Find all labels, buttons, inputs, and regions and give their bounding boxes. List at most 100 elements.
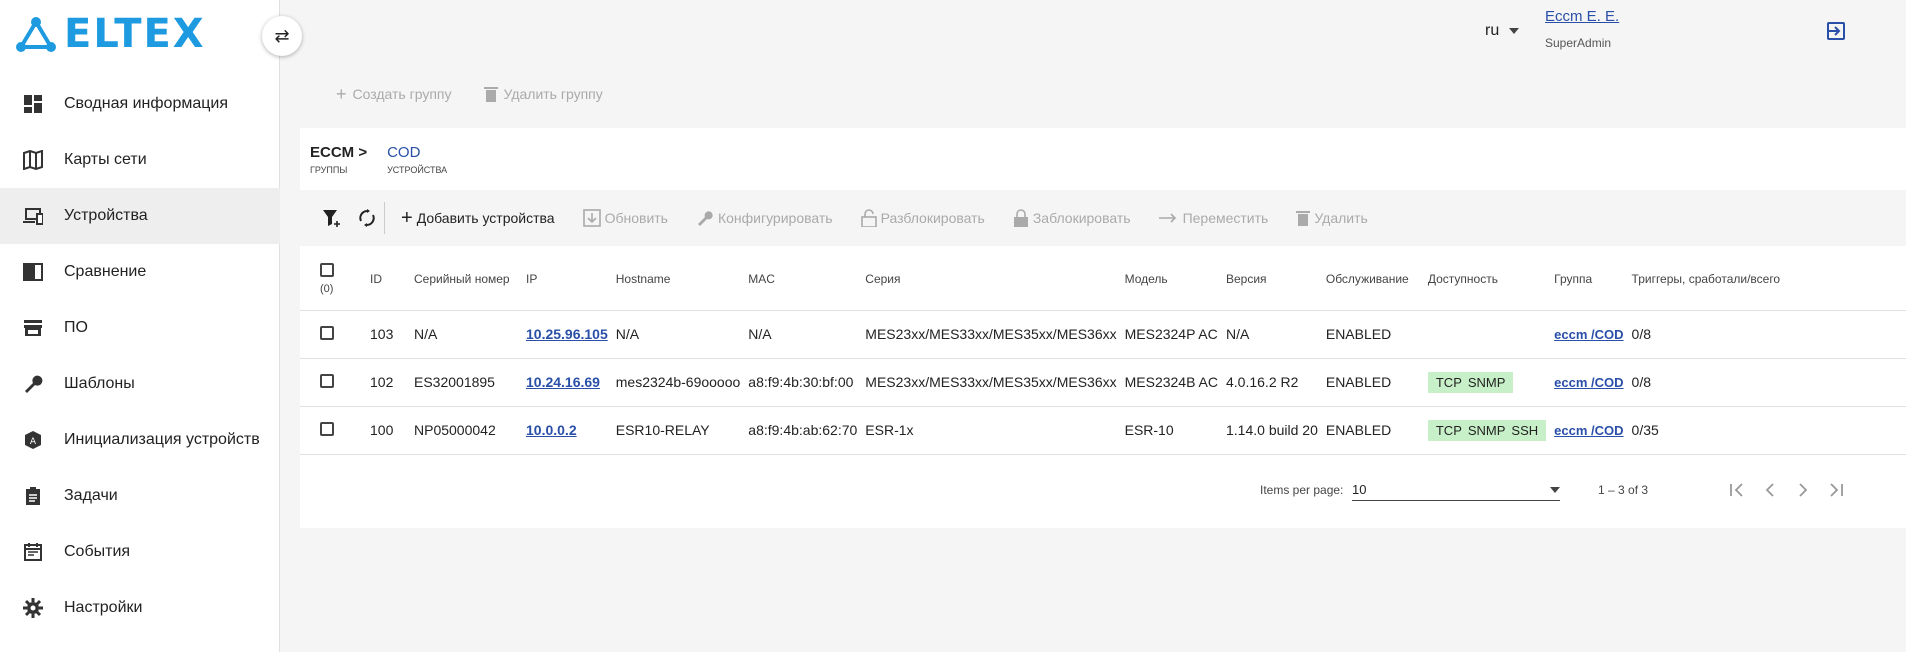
- delete-group-button[interactable]: Удалить группу: [483, 86, 603, 102]
- unlock-button[interactable]: Разблокировать: [860, 209, 985, 227]
- svg-text:A: A: [30, 437, 37, 447]
- create-group-button[interactable]: + Создать группу: [336, 84, 452, 105]
- table-row[interactable]: 102 ES32001895 10.24.16.69 mes2324b-69oo…: [300, 358, 1906, 407]
- header-hostname[interactable]: Hostname: [611, 248, 745, 311]
- cell-version: N/A: [1222, 310, 1322, 359]
- paginator: Items per page: 10 1 – 3 of 3: [300, 466, 1906, 514]
- sidebar-item-map[interactable]: Карты сети: [0, 132, 280, 188]
- sidebar-item-compare[interactable]: Сравнение: [0, 244, 280, 300]
- gear-icon: [22, 597, 44, 619]
- cell-triggers: 0/35: [1627, 406, 1906, 455]
- sidebar-item-devices[interactable]: Устройства: [0, 188, 280, 244]
- compare-icon: [22, 261, 44, 283]
- header-model[interactable]: Модель: [1120, 248, 1222, 311]
- wrench-icon: [22, 373, 44, 395]
- create-group-label: Создать группу: [352, 86, 452, 102]
- last-page-icon: [1830, 483, 1843, 497]
- group-link[interactable]: eccm /COD: [1554, 327, 1623, 342]
- logout-icon: [1827, 22, 1845, 40]
- language-select[interactable]: ru: [1485, 22, 1520, 40]
- sidebar-item-store[interactable]: ПО: [0, 300, 280, 356]
- plus-icon: +: [336, 83, 347, 104]
- sidebar-item-dashboard[interactable]: Сводная информация: [0, 76, 280, 132]
- sidebar-item-clipboard[interactable]: Задачи: [0, 468, 280, 524]
- header: ru Eccm E. E. SuperAdmin: [300, 0, 1906, 70]
- sidebar-toggle-button[interactable]: ⇄: [262, 16, 302, 56]
- row-select: [300, 406, 366, 455]
- trash-icon: [1296, 211, 1311, 226]
- sidebar-item-label: Шаблоны: [64, 375, 135, 392]
- sidebar-item-calendar[interactable]: События: [0, 524, 280, 580]
- header-ip[interactable]: IP: [522, 248, 612, 311]
- select-all-checkbox[interactable]: [320, 262, 334, 277]
- sidebar-item-wrench[interactable]: Шаблоны: [0, 356, 280, 412]
- sidebar-item-gear[interactable]: Настройки: [0, 580, 280, 636]
- ip-link[interactable]: 10.25.96.105: [526, 326, 608, 342]
- cell-ip: 10.24.16.69: [522, 358, 612, 407]
- header-serial[interactable]: Серийный номер: [410, 248, 522, 311]
- sidebar-item-label: Сводная информация: [64, 95, 228, 112]
- user-name-link[interactable]: Eccm E. E.: [1545, 8, 1619, 25]
- row-checkbox[interactable]: [320, 421, 334, 436]
- sidebar-item-label: Карты сети: [64, 151, 147, 168]
- cell-ip: 10.0.0.2: [522, 406, 612, 455]
- table-row[interactable]: 100 NP05000042 10.0.0.2 ESR10-RELAY a8:f…: [300, 406, 1906, 455]
- row-checkbox[interactable]: [320, 373, 334, 388]
- move-button[interactable]: Переместить: [1158, 210, 1268, 226]
- logo[interactable]: ELTEX: [14, 11, 206, 57]
- sidebar-item-label: Задачи: [64, 487, 118, 504]
- header-id[interactable]: ID: [366, 248, 410, 311]
- breadcrumb-root[interactable]: ECCM > Группы: [310, 144, 367, 175]
- next-page-button[interactable]: [1791, 478, 1815, 502]
- cell-serial: N/A: [410, 310, 522, 359]
- unlock-icon: [860, 209, 877, 227]
- selected-count: (0): [320, 282, 334, 295]
- sidebar-item-label: Устройства: [64, 207, 148, 224]
- configure-button[interactable]: Конфигурировать: [696, 209, 833, 227]
- table-row[interactable]: 103 N/A 10.25.96.105 N/A N/A MES23xx/MES…: [300, 310, 1906, 359]
- row-checkbox[interactable]: [320, 325, 334, 340]
- delete-button[interactable]: Удалить: [1296, 210, 1368, 226]
- header-version[interactable]: Версия: [1222, 248, 1322, 311]
- filter-button[interactable]: [322, 208, 342, 228]
- group-link[interactable]: eccm /COD: [1554, 423, 1623, 438]
- dashboard-icon: [22, 93, 44, 115]
- first-page-button[interactable]: [1725, 478, 1749, 502]
- header-triggers[interactable]: Триггеры, сработали/всего: [1627, 248, 1906, 311]
- availability-protocol: SNMP: [1467, 374, 1506, 390]
- header-mac[interactable]: MAC: [744, 248, 862, 311]
- breadcrumb: ECCM > Группы COD Устройства: [310, 144, 447, 175]
- availability-protocol: TCP: [1435, 422, 1462, 438]
- header-group[interactable]: Группа: [1550, 248, 1628, 311]
- header-select: (0): [300, 248, 366, 311]
- previous-page-button[interactable]: [1758, 478, 1782, 502]
- ip-link[interactable]: 10.24.16.69: [526, 374, 600, 390]
- logout-button[interactable]: [1825, 20, 1847, 45]
- cell-series: MES23xx/MES33xx/MES35xx/MES36xx: [861, 310, 1121, 359]
- devices-icon: [22, 205, 44, 227]
- header-availability[interactable]: Доступность: [1423, 248, 1551, 311]
- cell-service: ENABLED: [1321, 310, 1424, 359]
- trash-icon: [483, 87, 498, 102]
- calendar-icon: [22, 541, 44, 563]
- cell-series: MES23xx/MES33xx/MES35xx/MES36xx: [861, 358, 1121, 407]
- header-series[interactable]: Серия: [861, 248, 1121, 311]
- add-devices-button[interactable]: + Добавить устройства: [401, 207, 555, 230]
- refresh-button[interactable]: [358, 209, 376, 227]
- cell-hostname: N/A: [611, 310, 745, 359]
- ip-link[interactable]: 10.0.0.2: [526, 422, 577, 438]
- cell-triggers: 0/8: [1627, 310, 1906, 359]
- sidebar-item-init[interactable]: A Инициализация устройств: [0, 412, 280, 468]
- cell-mac: a8:f9:4b:30:bf:00: [744, 358, 862, 407]
- update-button[interactable]: Обновить: [582, 209, 668, 227]
- table-header-row: (0) ID Серийный номер IP Hostname MAC Се…: [300, 248, 1906, 311]
- header-service[interactable]: Обслуживание: [1321, 248, 1424, 311]
- group-link[interactable]: eccm /COD: [1554, 375, 1623, 390]
- breadcrumb-current[interactable]: COD Устройства: [387, 144, 447, 175]
- last-page-button[interactable]: [1824, 478, 1848, 502]
- availability-protocol: TCP: [1435, 374, 1462, 390]
- toolbar-divider: [384, 202, 385, 234]
- items-per-page-select[interactable]: 10: [1352, 479, 1560, 501]
- chevron-down-icon: [1550, 486, 1560, 493]
- lock-button[interactable]: Заблокировать: [1013, 209, 1131, 227]
